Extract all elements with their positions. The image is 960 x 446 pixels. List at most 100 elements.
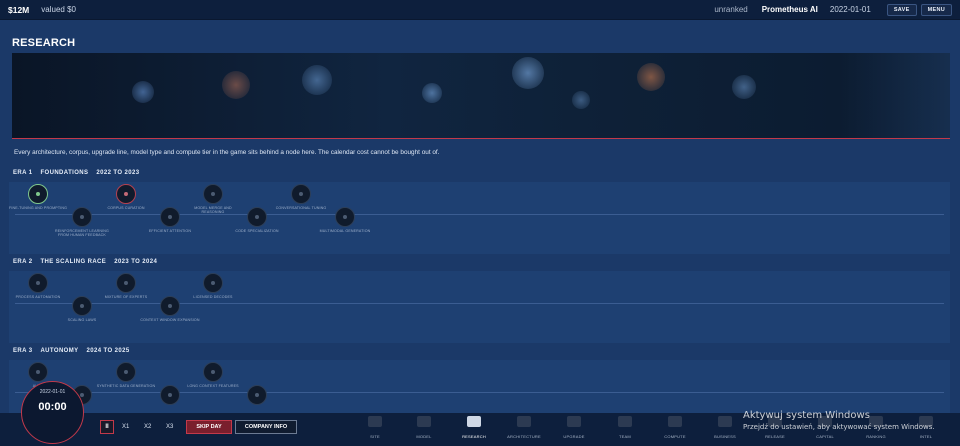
model-icon bbox=[417, 416, 431, 427]
era-1-tech-track: FINE-TUNING AND PROMPTING REINFORCEMENT … bbox=[9, 182, 950, 254]
tech-node-label: LICENSED DECODES bbox=[193, 295, 233, 299]
speed-x2-button[interactable]: X2 bbox=[144, 420, 151, 434]
nav-label: COMPUTE bbox=[664, 434, 686, 439]
top-bar: $12M valued $0 unranked Prometheus AI 20… bbox=[0, 0, 960, 20]
tech-node-label: CONTEXT WINDOW EXPANSION bbox=[140, 318, 200, 322]
nav-label: SITE bbox=[370, 434, 380, 439]
current-date: 2022-01-01 bbox=[829, 5, 871, 14]
upgrade-icon bbox=[567, 416, 581, 427]
nav-site[interactable]: SITE bbox=[355, 414, 395, 439]
era-3-tech-track: AUTO SYNTHETIC DATA GENERATION LONG CONT… bbox=[9, 360, 950, 413]
tech-node-icon bbox=[116, 184, 136, 204]
nav-label: RESEARCH bbox=[462, 434, 486, 439]
compute-icon bbox=[668, 416, 682, 427]
speed-x3-button[interactable]: X3 bbox=[166, 420, 173, 434]
tech-node[interactable]: MULTIMODAL GENERATION bbox=[315, 207, 375, 233]
era-1-title: ERA 1 FOUNDATIONS 2022 TO 2023 bbox=[9, 170, 950, 176]
era-name: AUTONOMY bbox=[40, 348, 79, 354]
nav-label: ARCHITECTURE bbox=[507, 434, 541, 439]
menu-button[interactable]: MENU bbox=[920, 3, 952, 16]
nav-label: RELEASE bbox=[765, 434, 785, 439]
era-3-section: ERA 3 AUTONOMY 2024 TO 2025 AUTO SYNTHETIC… bbox=[9, 348, 950, 413]
watermark-line-1: Aktywuj system Windows bbox=[743, 410, 870, 421]
research-intro-text: Every architecture, corpus, upgrade line… bbox=[14, 149, 440, 156]
nav-label: BUSINESS bbox=[714, 434, 736, 439]
tech-node-label: REINFORCEMENT LEARNING FROM HUMAN FEEDBA… bbox=[55, 229, 109, 238]
valuation-readout: valued $0 bbox=[41, 5, 76, 14]
architecture-icon bbox=[517, 416, 531, 427]
tech-node-icon bbox=[160, 296, 180, 316]
tech-node-icon bbox=[247, 385, 267, 405]
game-clock: 2022-01-01 00:00 bbox=[21, 381, 84, 444]
tech-node-icon bbox=[247, 207, 267, 227]
nav-compute[interactable]: COMPUTE bbox=[655, 414, 695, 439]
era-1-section: ERA 1 FOUNDATIONS 2022 TO 2023 FINE-TUNING… bbox=[9, 170, 950, 254]
tech-node-icon bbox=[72, 207, 92, 227]
tech-node-icon bbox=[203, 273, 223, 293]
nav-label: INTEL bbox=[919, 434, 933, 439]
era-3-title: ERA 3 AUTONOMY 2024 TO 2025 bbox=[9, 348, 950, 354]
tech-node-icon bbox=[160, 385, 180, 405]
team-icon bbox=[618, 416, 632, 427]
tech-node-icon bbox=[28, 184, 48, 204]
cash-readout: $12M bbox=[8, 4, 30, 15]
nav-research[interactable]: RESEARCH bbox=[454, 414, 494, 439]
nav-model[interactable]: MODEL bbox=[404, 414, 444, 439]
tech-node-icon bbox=[28, 362, 48, 382]
era-range: 2024 TO 2025 bbox=[86, 348, 130, 354]
nav-label: CAPITAL bbox=[816, 434, 834, 439]
era-range: 2022 TO 2023 bbox=[96, 170, 140, 176]
tech-node-icon bbox=[28, 273, 48, 293]
tech-node-icon bbox=[72, 296, 92, 316]
tech-node-label: CODE SPECIALIZATION bbox=[235, 229, 279, 233]
tech-node-icon bbox=[291, 184, 311, 204]
tech-node-icon bbox=[203, 362, 223, 382]
era-2-tech-track: PROCESS AUTOMATION SCALING LAWS MIXTURE … bbox=[9, 271, 950, 343]
tech-node-label: EFFICIENT ATTENTION bbox=[148, 229, 192, 233]
briefcase-icon bbox=[718, 416, 732, 427]
tech-node-label: SCALING LAWS bbox=[67, 318, 97, 322]
tech-node-icon bbox=[116, 362, 136, 382]
era-label: ERA 3 bbox=[13, 348, 33, 354]
company-info-button[interactable]: COMPANY INFO bbox=[235, 420, 297, 434]
tech-node[interactable]: CODE SPECIALIZATION bbox=[227, 207, 287, 233]
era-2-section: ERA 2 THE SCALING RACE 2023 TO 2024 PROCES… bbox=[9, 259, 950, 343]
save-button[interactable]: SAVE bbox=[886, 3, 917, 16]
site-icon bbox=[368, 416, 382, 427]
era-label: ERA 2 bbox=[13, 259, 33, 265]
era-2-title: ERA 2 THE SCALING RACE 2023 TO 2024 bbox=[9, 259, 950, 265]
tech-node[interactable]: REINFORCEMENT LEARNING FROM HUMAN FEEDBA… bbox=[52, 207, 112, 238]
tech-node-icon bbox=[116, 273, 136, 293]
nav-label: UPGRADE bbox=[563, 434, 585, 439]
clock-time: 00:00 bbox=[38, 401, 67, 413]
tech-node-icon bbox=[160, 207, 180, 227]
era-name: THE SCALING RACE bbox=[40, 259, 107, 265]
pause-button[interactable]: II bbox=[100, 420, 114, 434]
tech-node[interactable]: LICENSED DECODES bbox=[183, 273, 243, 299]
rank-readout: unranked bbox=[714, 5, 748, 14]
era-label: ERA 1 bbox=[13, 170, 33, 176]
tech-node[interactable] bbox=[227, 385, 287, 407]
company-name: Prometheus AI bbox=[761, 5, 818, 14]
tech-node[interactable]: CONTEXT WINDOW EXPANSION bbox=[140, 296, 200, 322]
nav-label: RANKING bbox=[866, 434, 886, 439]
research-banner-image bbox=[12, 53, 950, 139]
nav-label: MODEL bbox=[416, 434, 432, 439]
tech-node-label: MULTIMODAL GENERATION bbox=[319, 229, 371, 233]
nav-upgrade[interactable]: UPGRADE bbox=[554, 414, 594, 439]
tech-node[interactable]: SCALING LAWS bbox=[52, 296, 112, 322]
speed-x1-button[interactable]: X1 bbox=[122, 420, 129, 434]
skip-day-button[interactable]: SKIP DAY bbox=[186, 420, 232, 434]
era-range: 2023 TO 2024 bbox=[114, 259, 158, 265]
era-name: FOUNDATIONS bbox=[40, 170, 89, 176]
nav-label: TEAM bbox=[619, 434, 631, 439]
tech-node-icon bbox=[335, 207, 355, 227]
nav-business[interactable]: BUSINESS bbox=[705, 414, 745, 439]
watermark-line-2: Przejdź do ustawień, aby aktywować syste… bbox=[743, 423, 935, 431]
windows-activation-watermark: Aktywuj system Windows Przejdź do ustawi… bbox=[743, 410, 935, 431]
research-page[interactable]: RESEARCH Every architecture, corpus, upg… bbox=[0, 20, 960, 413]
nav-architecture[interactable]: ARCHITECTURE bbox=[504, 414, 544, 439]
nav-team[interactable]: TEAM bbox=[605, 414, 645, 439]
clock-date: 2022-01-01 bbox=[39, 389, 66, 395]
tech-node-icon bbox=[203, 184, 223, 204]
